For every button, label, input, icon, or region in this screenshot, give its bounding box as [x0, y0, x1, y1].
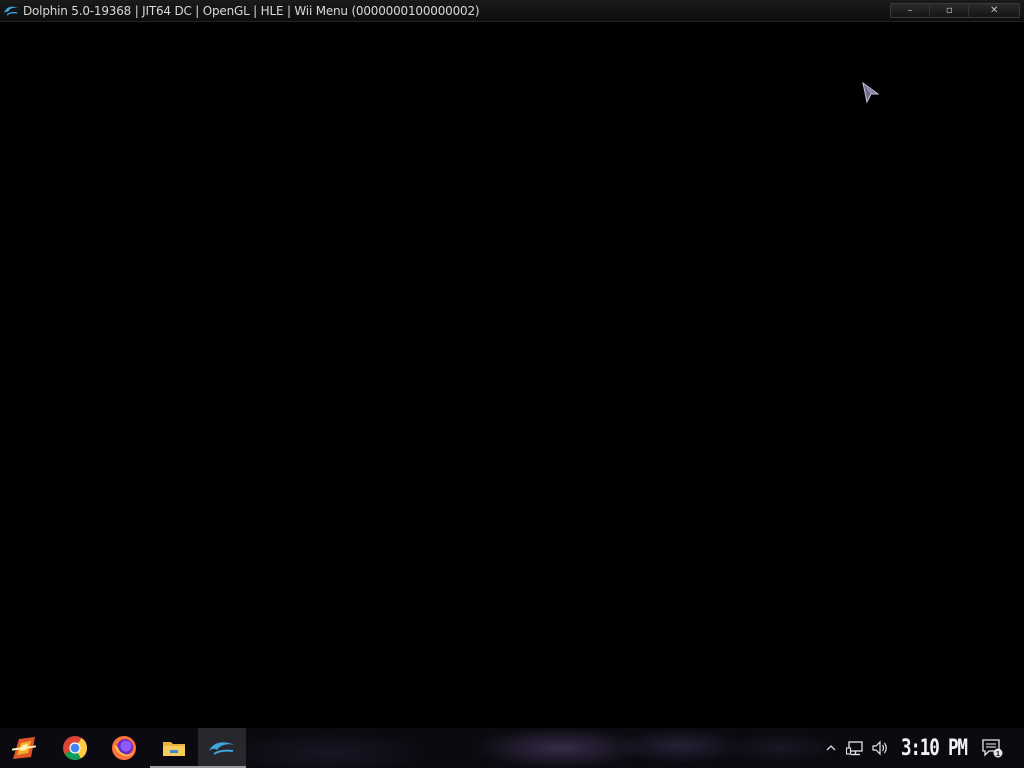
file-explorer-icon: [163, 742, 185, 756]
close-button[interactable]: ✕: [969, 4, 1019, 17]
taskbar-file-explorer[interactable]: [150, 728, 198, 768]
network-icon: [846, 741, 863, 756]
maximize-button[interactable]: ▫: [930, 4, 970, 17]
chrome-icon: [63, 736, 87, 761]
taskbar-firefox[interactable]: [100, 728, 148, 768]
taskbar-clock[interactable]: 3:10 PM: [901, 736, 968, 761]
volume-icon: [872, 740, 887, 756]
tray-network-button[interactable]: [844, 728, 866, 768]
start-icon: [11, 737, 37, 759]
dolphin-icon: [4, 6, 18, 16]
dolphin-window: Dolphin 5.0-19368 | JIT64 DC | OpenGL | …: [0, 0, 1024, 728]
start-button[interactable]: [0, 728, 48, 768]
desktop-screen: Dolphin 5.0-19368 | JIT64 DC | OpenGL | …: [0, 0, 1024, 768]
chevron-up-icon: [826, 745, 836, 751]
notification-count: 1: [996, 751, 1000, 758]
minimize-button[interactable]: –: [891, 4, 931, 17]
action-center-icon: 1: [982, 739, 1003, 758]
dolphin-icon: [209, 742, 235, 755]
tray-overflow-button[interactable]: [824, 728, 838, 768]
window-title: Dolphin 5.0-19368 | JIT64 DC | OpenGL | …: [23, 4, 480, 18]
tray-volume-button[interactable]: [868, 728, 892, 768]
taskbar: 3:10 PM 1: [0, 728, 1024, 768]
firefox-icon: [112, 736, 136, 760]
window-controls: – ▫ ✕: [890, 3, 1020, 18]
taskbar-chrome[interactable]: [51, 728, 99, 768]
title-bar[interactable]: Dolphin 5.0-19368 | JIT64 DC | OpenGL | …: [0, 0, 1024, 22]
taskbar-dolphin[interactable]: [198, 728, 246, 768]
game-render-viewport[interactable]: [0, 22, 1024, 728]
wii-pointer-cursor-icon: [862, 82, 880, 104]
action-center-button[interactable]: 1: [980, 728, 1004, 768]
